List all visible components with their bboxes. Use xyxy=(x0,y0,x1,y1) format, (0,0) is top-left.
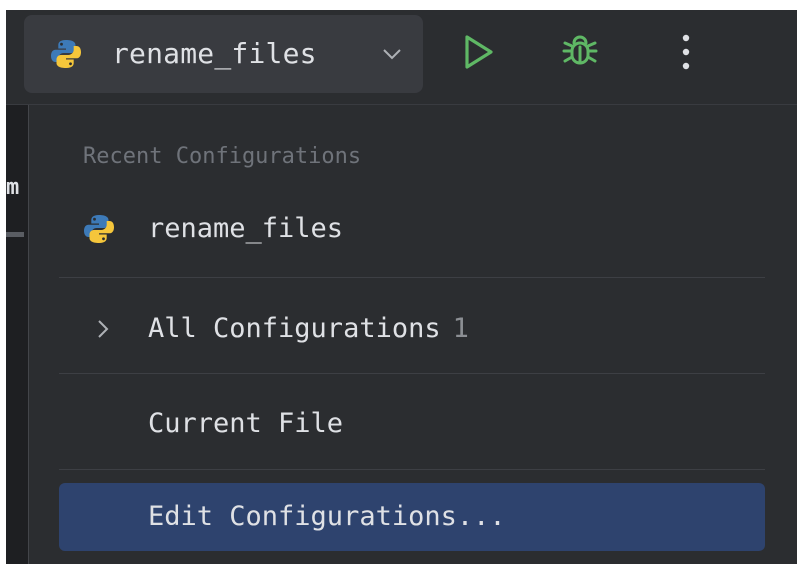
separator xyxy=(59,373,765,374)
all-configurations-label: All Configurations 1 xyxy=(148,313,469,345)
debug-button[interactable] xyxy=(558,30,602,74)
edit-configurations-item[interactable]: Edit Configurations... xyxy=(59,483,765,551)
all-configurations-count: 1 xyxy=(452,313,469,344)
editor-text-fragment: m xyxy=(6,175,20,200)
bug-icon xyxy=(562,35,598,65)
section-title-recent: Recent Configurations xyxy=(83,144,362,169)
main-toolbar: rename_files xyxy=(6,10,797,105)
play-icon xyxy=(465,35,493,69)
editor-scroll-marker xyxy=(6,232,24,237)
chevron-down-icon xyxy=(381,46,403,62)
all-configurations-text: All Configurations xyxy=(148,313,441,344)
recent-config-label: rename_files xyxy=(148,213,344,244)
recent-config-rename-files[interactable]: rename_files xyxy=(59,195,765,263)
run-configurations-popup: Recent Configurations rename_files All C… xyxy=(28,105,797,564)
all-configurations-item[interactable]: All Configurations 1 xyxy=(59,295,765,363)
ide-window: rename_files m Recent Configurations ren… xyxy=(6,10,797,564)
edit-configurations-label: Edit Configurations... xyxy=(148,501,506,532)
more-actions-button[interactable] xyxy=(664,30,708,74)
current-file-item[interactable]: Current File xyxy=(59,390,765,458)
editor-background: m xyxy=(6,105,28,564)
separator xyxy=(59,469,765,470)
chevron-right-icon xyxy=(96,318,110,340)
python-icon xyxy=(83,213,115,245)
vertical-ellipsis-icon xyxy=(682,34,690,70)
screenshot-frame: rename_files m Recent Configurations ren… xyxy=(0,0,797,564)
run-button[interactable] xyxy=(456,30,500,74)
separator xyxy=(59,277,765,278)
python-icon xyxy=(50,38,82,70)
run-configuration-name: rename_files xyxy=(112,37,317,70)
run-configuration-selector[interactable]: rename_files xyxy=(24,15,423,93)
current-file-label: Current File xyxy=(148,408,344,439)
